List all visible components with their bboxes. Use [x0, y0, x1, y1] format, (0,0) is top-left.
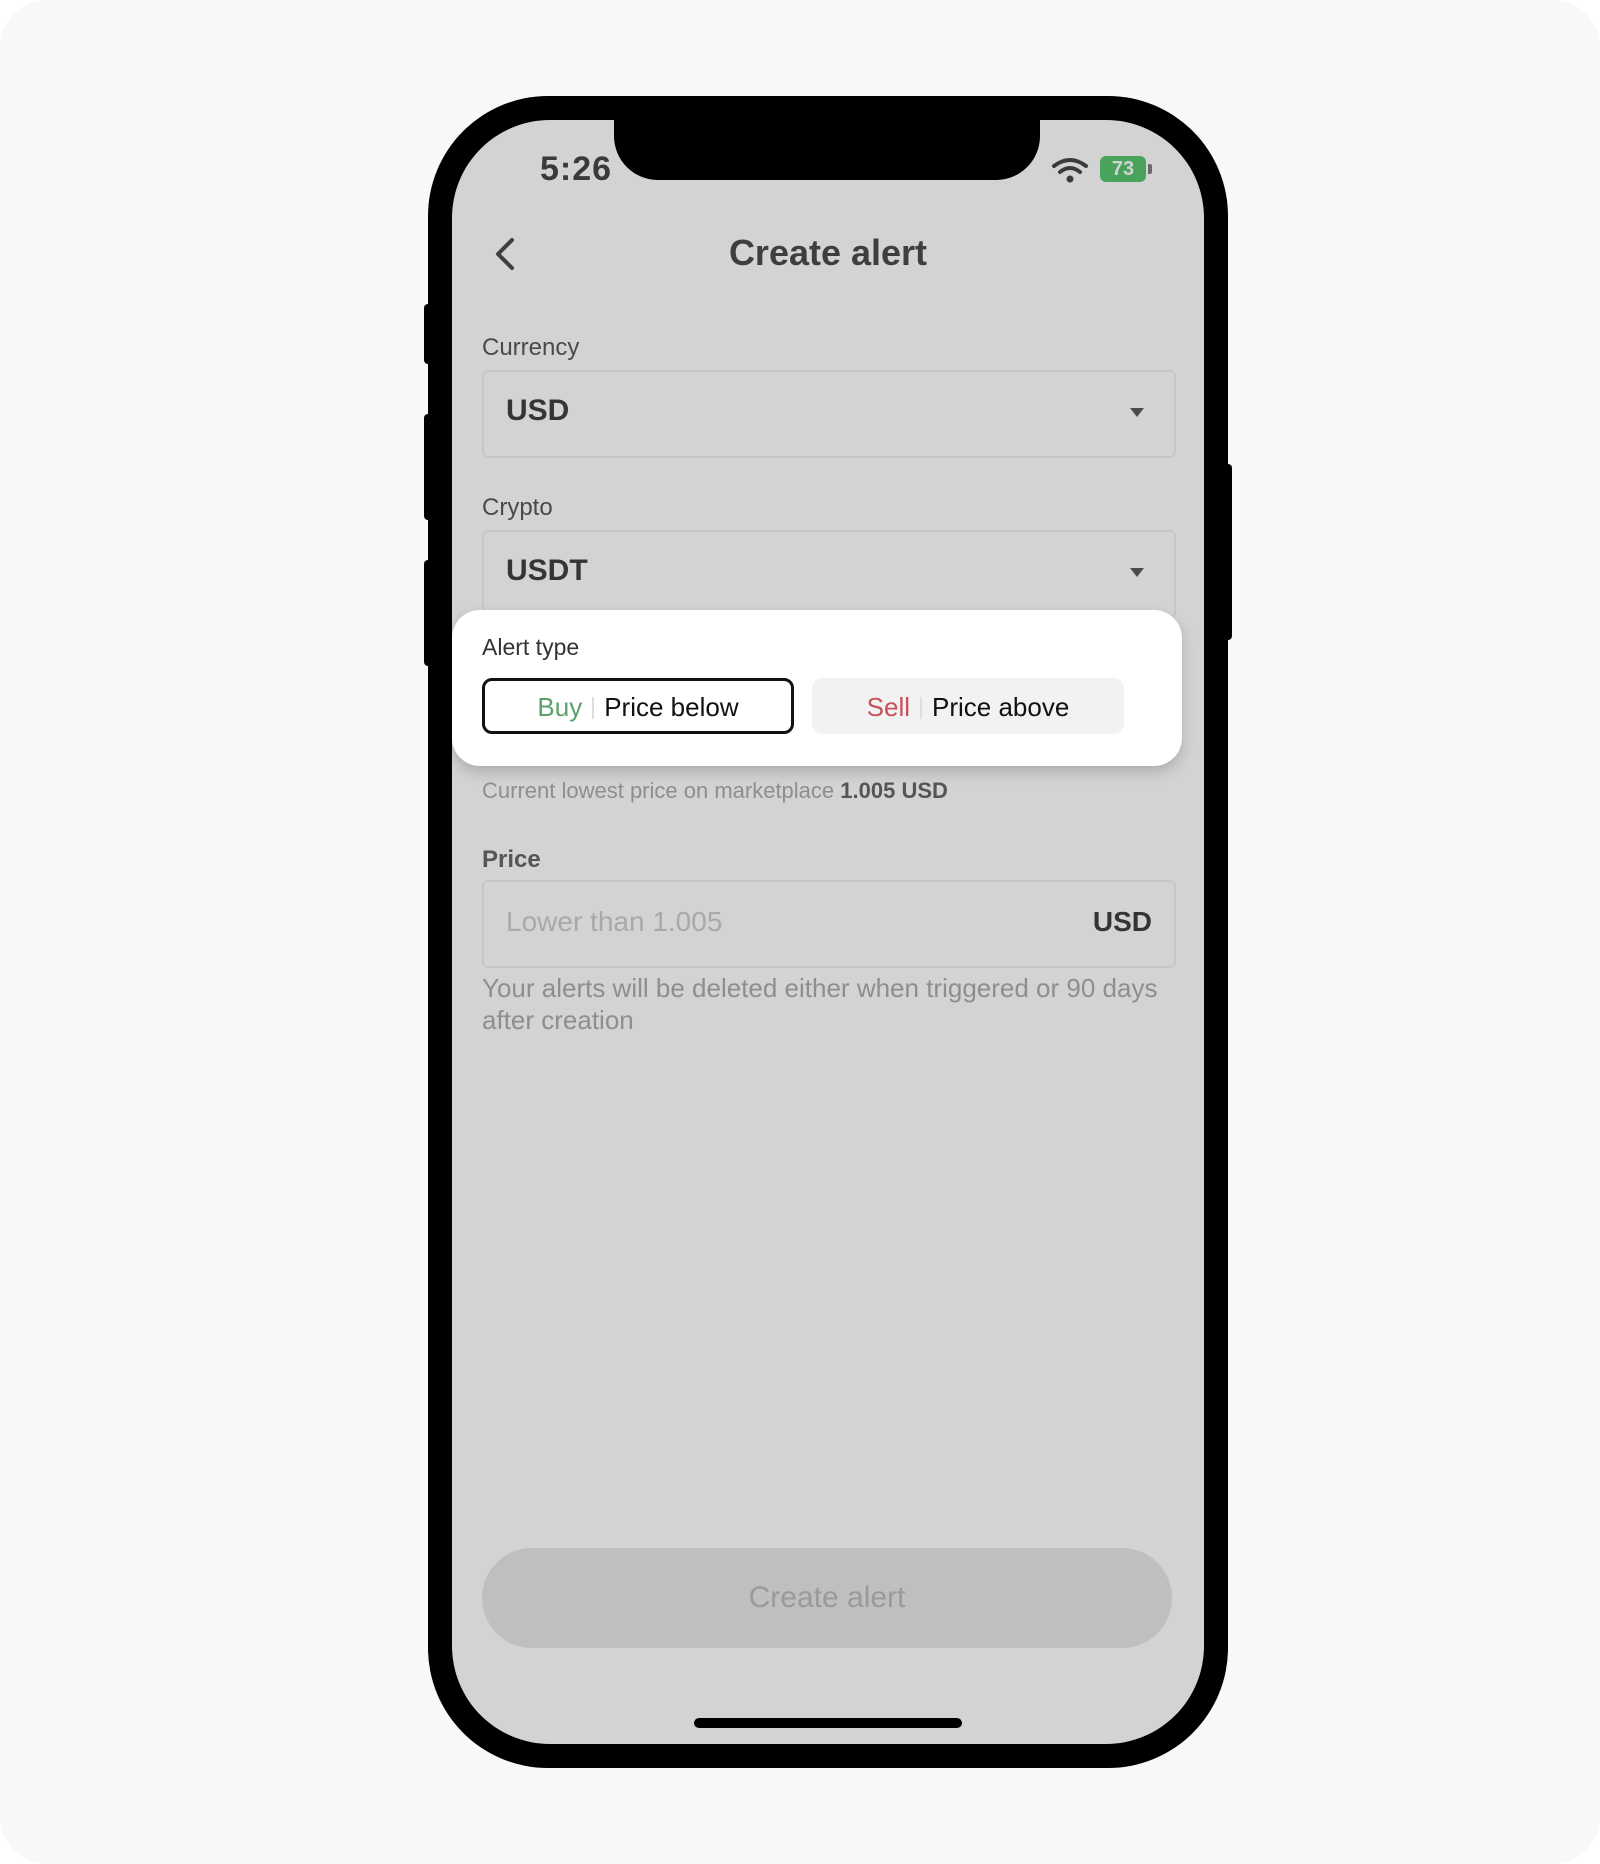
- price-placeholder: Lower than 1.005: [506, 906, 723, 937]
- power-button: [1224, 464, 1232, 640]
- buy-price-below-option[interactable]: Buy Price below: [482, 678, 794, 734]
- price-input[interactable]: Lower than 1.005 USD: [482, 880, 1176, 968]
- crypto-select[interactable]: USDT: [482, 530, 1176, 618]
- wifi-icon: [1052, 158, 1088, 183]
- chevron-down-icon: [1130, 408, 1144, 417]
- battery-tip: [1148, 164, 1152, 174]
- create-alert-button[interactable]: Create alert: [482, 1548, 1172, 1648]
- price-unit: USD: [1092, 906, 1152, 937]
- crypto-label: Crypto: [482, 494, 553, 521]
- notch: [614, 118, 1040, 180]
- divider: [920, 697, 923, 719]
- page-title: Create alert: [728, 232, 928, 273]
- sell-price-above-option[interactable]: Sell Price above: [812, 678, 1124, 734]
- sell-condition-label: Price above: [932, 692, 1070, 722]
- status-time: 5:26: [540, 150, 613, 188]
- currency-value: USD: [506, 394, 570, 427]
- home-indicator: [694, 1718, 962, 1728]
- crypto-value: USDT: [506, 554, 588, 587]
- volume-up-button: [424, 414, 432, 520]
- alert-type-label: Alert type: [482, 634, 580, 660]
- currency-select[interactable]: USD: [482, 370, 1176, 458]
- sell-side-label: Sell: [866, 692, 911, 722]
- chevron-down-icon: [1130, 568, 1144, 577]
- market-price-value: 1.005 USD: [840, 778, 948, 803]
- price-label: Price: [482, 846, 541, 873]
- market-price-text: Current lowest price on marketplace: [482, 778, 835, 803]
- alert-type-panel: Alert type Buy Price below Sell Price abov…: [452, 610, 1182, 766]
- volume-down-button: [424, 560, 432, 666]
- currency-label: Currency: [482, 334, 580, 361]
- market-price-info: Current lowest price on marketplace 1.00…: [482, 778, 948, 804]
- silent-switch: [424, 304, 432, 364]
- buy-condition-label: Price below: [604, 692, 739, 722]
- buy-side-label: Buy: [537, 692, 583, 722]
- alert-expiry-hint: Your alerts will be deleted either when …: [482, 973, 1158, 1035]
- divider: [592, 697, 595, 719]
- battery-icon: 73: [1100, 156, 1146, 182]
